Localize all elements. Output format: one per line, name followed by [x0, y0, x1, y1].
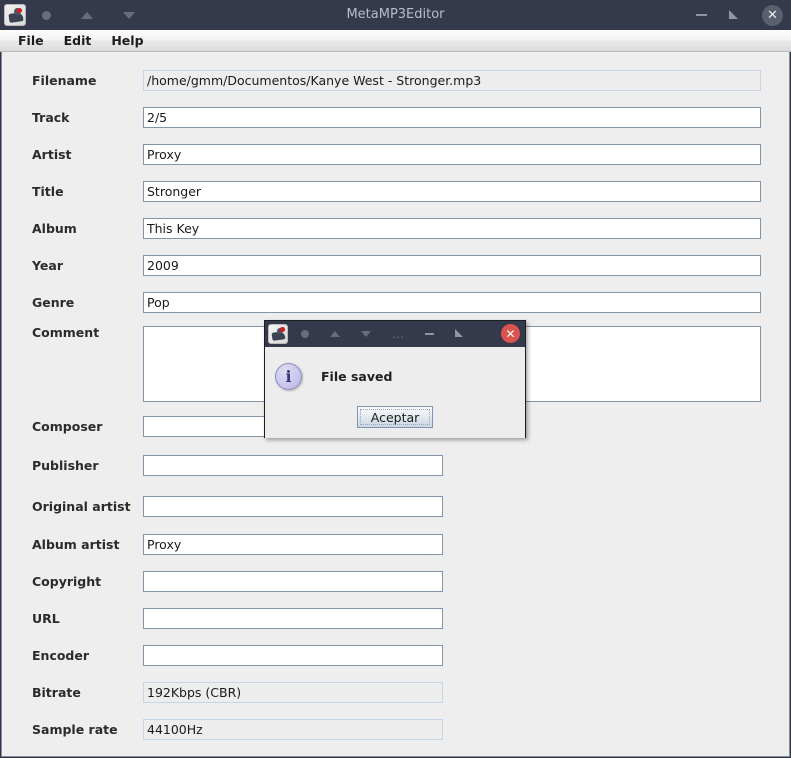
accept-button-label: Aceptar — [360, 409, 430, 425]
field-input-encoder[interactable] — [143, 645, 443, 666]
field-input-bitrate: 192Kbps (CBR) — [143, 682, 443, 703]
field-label-composer: Composer — [32, 419, 103, 434]
field-input-title[interactable]: Stronger — [143, 181, 761, 202]
overflow-icon[interactable]: … — [392, 328, 404, 340]
circle-icon[interactable] — [42, 10, 51, 20]
field-label-publisher: Publisher — [32, 458, 99, 473]
field-input-sample-rate: 44100Hz — [143, 719, 443, 740]
duke-app-icon — [268, 324, 288, 344]
circle-icon[interactable] — [301, 330, 309, 338]
triangle-down-icon[interactable] — [123, 11, 135, 19]
field-label-album: Album — [32, 221, 77, 236]
field-label-genre: Genre — [32, 295, 75, 310]
field-label-copyright: Copyright — [32, 574, 102, 589]
menu-item-help[interactable]: Help — [101, 31, 153, 50]
field-label-filename: Filename — [32, 73, 97, 88]
window-titlebar: MetaMP3Editor ✕ — [0, 0, 791, 30]
accept-button[interactable]: Aceptar — [357, 406, 433, 428]
file-saved-dialog: … ✕ i File saved Aceptar — [264, 320, 526, 438]
field-input-year[interactable]: 2009 — [143, 255, 761, 276]
triangle-up-icon[interactable] — [330, 331, 340, 337]
menu-item-file[interactable]: File — [8, 31, 54, 50]
minimize-icon[interactable] — [696, 14, 707, 16]
titlebar-right-controls: ✕ — [696, 0, 783, 30]
field-label-url: URL — [32, 611, 60, 626]
field-input-genre[interactable]: Pop — [143, 292, 761, 313]
field-label-sample-rate: Sample rate — [32, 722, 118, 737]
field-input-filename: /home/gmm/Documentos/Kanye West - Strong… — [143, 70, 761, 91]
field-input-publisher[interactable] — [143, 455, 443, 476]
triangle-up-icon[interactable] — [81, 11, 93, 19]
menubar: File Edit Help — [0, 30, 791, 52]
field-input-copyright[interactable] — [143, 571, 443, 592]
field-label-title: Title — [32, 184, 64, 199]
field-label-encoder: Encoder — [32, 648, 90, 663]
duke-app-icon — [4, 4, 26, 26]
field-input-track[interactable]: 2/5 — [143, 107, 761, 128]
field-label-bitrate: Bitrate — [32, 685, 81, 700]
close-icon[interactable]: ✕ — [762, 4, 783, 26]
field-input-artist[interactable]: Proxy — [143, 144, 761, 165]
info-icon: i — [275, 363, 302, 390]
field-input-original-artist[interactable] — [143, 496, 443, 517]
field-label-track: Track — [32, 110, 70, 125]
field-label-original-artist: Original artist — [32, 499, 131, 514]
minimize-icon[interactable] — [425, 333, 434, 335]
titlebar-left-controls — [42, 10, 135, 20]
field-input-url[interactable] — [143, 608, 443, 629]
field-label-album-artist: Album artist — [32, 537, 120, 552]
triangle-down-icon[interactable] — [361, 331, 371, 337]
dialog-message: File saved — [321, 369, 393, 384]
field-label-comment: Comment — [32, 325, 100, 340]
main-window: MetaMP3Editor ✕ File Edit Help Filename /… — [0, 0, 791, 758]
close-icon[interactable]: ✕ — [501, 324, 520, 343]
field-input-album[interactable]: This Key — [143, 218, 761, 239]
dialog-left-controls: … — [301, 328, 465, 340]
maximize-icon[interactable] — [729, 10, 740, 21]
field-label-year: Year — [32, 258, 63, 273]
dialog-body: i File saved Aceptar — [265, 347, 525, 438]
field-label-artist: Artist — [32, 147, 72, 162]
menu-item-edit[interactable]: Edit — [54, 31, 102, 50]
maximize-icon[interactable] — [455, 329, 465, 339]
dialog-titlebar: … ✕ — [265, 321, 525, 347]
field-input-album-artist[interactable]: Proxy — [143, 534, 443, 555]
